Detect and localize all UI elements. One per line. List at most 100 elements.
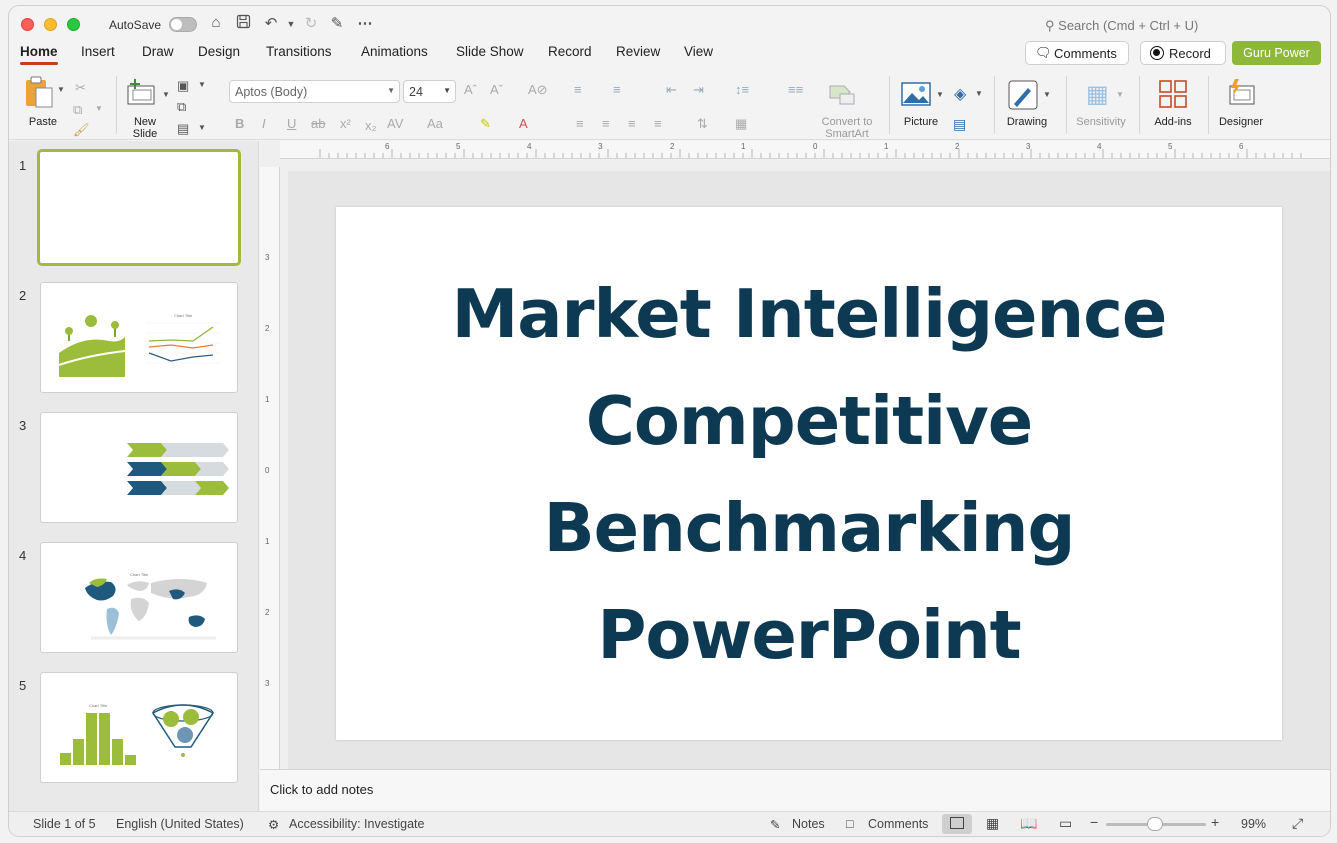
zoom-level[interactable]: 99% [1241,817,1266,831]
slideshow-view-icon[interactable]: ▭ [1059,815,1072,832]
underline-icon[interactable]: U [287,116,296,131]
section-dropdown-icon[interactable]: ▼ [198,123,206,132]
subscript-icon[interactable]: x₂ [365,118,377,133]
text-box-icon[interactable]: ▤ [953,116,966,133]
redo-icon[interactable]: ↻ [301,14,321,32]
shapes-icon[interactable]: ◈ [954,84,966,104]
smartart-icon[interactable] [828,82,856,106]
guru-power-button[interactable]: Guru Power [1232,41,1321,65]
align-right-icon[interactable]: ≡ [628,116,636,131]
slide-title[interactable]: Market Intelligence Competitive Benchmar… [336,261,1282,689]
accessibility-status[interactable]: Accessibility: Investigate [289,817,424,831]
align-center-icon[interactable]: ≡ [602,116,610,131]
more-icon[interactable]: ⋯ [355,14,375,32]
numbering-icon[interactable]: ≡ [613,82,621,97]
decrease-indent-icon[interactable]: ⇤ [666,82,677,98]
change-case-icon[interactable]: Aa [427,116,443,131]
reset-slide-icon[interactable]: ⧉ [177,99,186,115]
fit-to-window-icon[interactable]: ⤢ [1292,815,1303,832]
language-indicator[interactable]: English (United States) [116,817,244,831]
new-slide-dropdown-icon[interactable]: ▼ [162,90,170,99]
strikethrough-icon[interactable]: ab [311,116,325,131]
tab-animations[interactable]: Animations [361,44,428,59]
slide-sorter-icon[interactable]: ▦ [986,815,999,832]
decrease-font-icon[interactable]: Aˇ [490,82,503,97]
tab-review[interactable]: Review [616,44,660,59]
bold-icon[interactable]: B [235,116,244,131]
notes-pane[interactable]: Click to add notes [260,769,1330,811]
current-slide[interactable]: Market Intelligence Competitive Benchmar… [336,207,1282,740]
section-icon[interactable]: ▤ [177,121,189,137]
drawing-icon[interactable] [1008,80,1038,110]
title-bar: AutoSave ⌂ ↶ ▼ ↻ ✎ ⋯ ⚲ Search (Cmd + Ctr… [9,6,1330,42]
slide-thumbnail-3[interactable] [40,412,238,523]
drawing-dropdown-icon[interactable]: ▼ [1043,90,1051,99]
autosave-toggle[interactable] [169,17,197,32]
line-spacing-icon[interactable]: ↕≡ [735,82,749,97]
layout-icon[interactable]: ▣ [177,78,189,94]
add-ins-icon[interactable] [1159,80,1187,108]
slide-thumbnail-4[interactable]: Chart Title [40,542,238,653]
increase-font-icon[interactable]: Aˆ [464,82,477,97]
bullets-icon[interactable]: ≡ [574,82,582,97]
paste-icon[interactable] [24,76,54,108]
zoom-in-icon[interactable]: + [1211,814,1219,830]
shapes-dropdown-icon[interactable]: ▼ [975,89,983,98]
picture-icon[interactable] [901,82,931,106]
highlight-icon[interactable]: ✎ [480,116,491,132]
paste-dropdown-icon[interactable]: ▼ [57,85,65,94]
tab-draw[interactable]: Draw [142,44,174,59]
layout-dropdown-icon[interactable]: ▼ [198,80,206,89]
text-direction-icon[interactable]: ⇅ [697,116,708,132]
font-color-icon[interactable]: A [519,116,528,131]
slide-thumbnail-2[interactable]: Chart Title [40,282,238,393]
align-text-icon[interactable]: ▦ [735,116,747,132]
new-slide-icon[interactable] [127,78,157,106]
superscript-icon[interactable]: x² [340,116,351,131]
zoom-slider-handle[interactable] [1147,817,1163,831]
clear-formatting-icon[interactable]: A⊘ [528,82,548,98]
tab-view[interactable]: View [684,44,713,59]
customize-icon[interactable]: ✎ [327,14,347,32]
copy-dropdown-icon[interactable]: ▼ [95,104,103,113]
undo-icon[interactable]: ↶ [261,14,281,32]
italic-icon[interactable]: I [262,116,266,131]
close-window-button[interactable] [21,18,34,31]
normal-view-button[interactable] [942,814,972,834]
zoom-out-icon[interactable]: − [1090,814,1098,830]
comments-button[interactable]: 🗨 Comments [1025,41,1129,65]
slide-thumbnail-1[interactable] [37,149,241,266]
tab-design[interactable]: Design [198,44,240,59]
slide-thumbnail-5[interactable]: Chart Title [40,672,238,783]
tab-home[interactable]: Home [20,44,58,65]
tab-record[interactable]: Record [548,44,592,59]
sensitivity-icon[interactable]: ▦ [1086,80,1109,109]
record-button[interactable]: Record [1140,41,1226,65]
justify-icon[interactable]: ≡ [654,116,662,131]
tab-insert[interactable]: Insert [81,44,115,59]
comments-status-button[interactable]: Comments [868,817,928,831]
slide-thumbnails-panel[interactable]: 1 2 Chart Title 3 4 Chart Title 5 Chart … [9,141,259,811]
search-box[interactable]: ⚲ Search (Cmd + Ctrl + U) [1045,18,1198,34]
copy-icon[interactable]: ⧉ [73,102,82,118]
sensitivity-dropdown-icon[interactable]: ▼ [1116,90,1124,99]
character-spacing-icon[interactable]: AV [387,116,403,131]
home-icon[interactable]: ⌂ [206,14,226,31]
increase-indent-icon[interactable]: ⇥ [693,82,704,98]
font-name-select[interactable]: Aptos (Body) ▼ [229,80,400,103]
cut-icon[interactable]: ✂ [75,80,86,96]
columns-icon[interactable]: ≡≡ [788,82,803,97]
minimize-window-button[interactable] [44,18,57,31]
reading-view-icon[interactable]: 📖 [1020,815,1037,832]
picture-dropdown-icon[interactable]: ▼ [936,90,944,99]
save-icon[interactable] [233,14,253,33]
font-size-select[interactable]: 24 ▼ [403,80,456,103]
tab-transitions[interactable]: Transitions [266,44,332,59]
notes-button[interactable]: Notes [792,817,825,831]
maximize-window-button[interactable] [67,18,80,31]
tab-slide-show[interactable]: Slide Show [456,44,524,59]
designer-icon[interactable] [1226,78,1256,108]
align-left-icon[interactable]: ≡ [576,116,584,131]
format-painter-icon[interactable]: 🖌 [73,122,90,138]
undo-dropdown-icon[interactable]: ▼ [281,19,301,29]
